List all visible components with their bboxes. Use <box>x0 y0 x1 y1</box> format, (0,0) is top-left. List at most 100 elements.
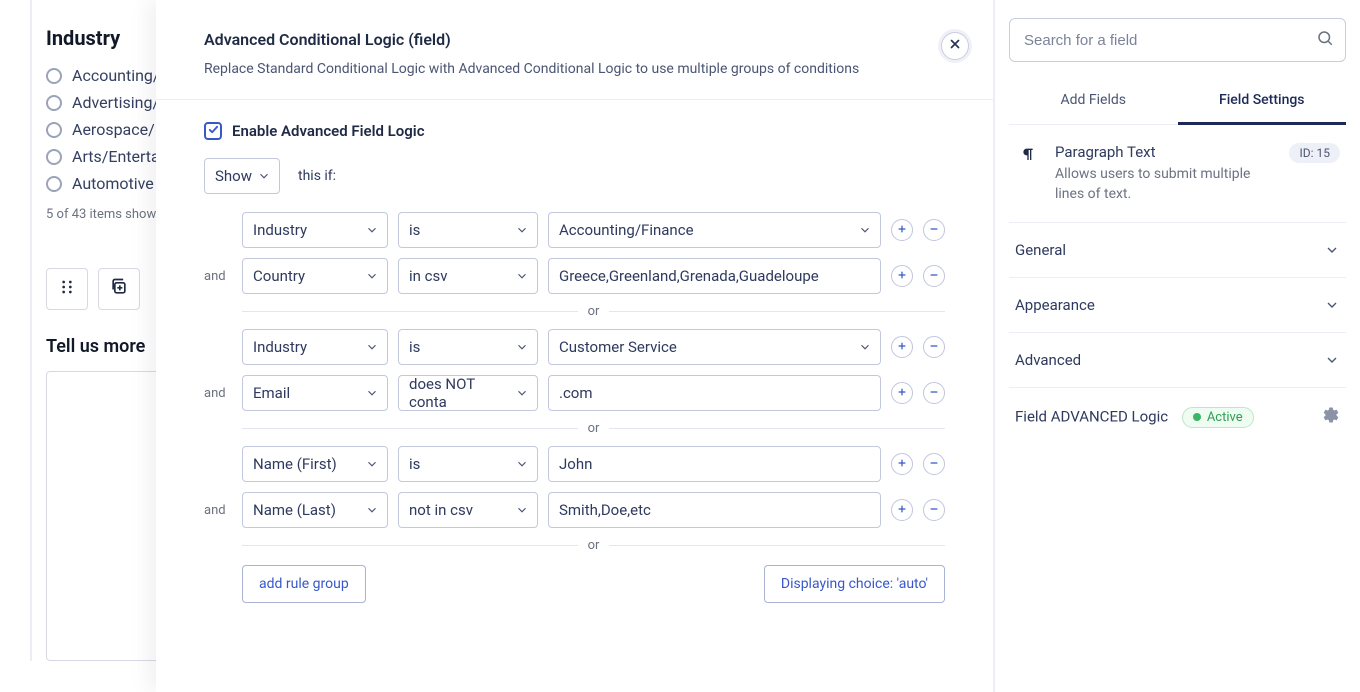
add-condition-button[interactable] <box>891 336 913 358</box>
minus-icon <box>929 339 939 355</box>
radio-label: Advertising/ <box>72 93 159 112</box>
active-status-badge: Active <box>1182 407 1254 428</box>
drag-handle-button[interactable] <box>46 268 88 310</box>
chevron-down-icon <box>858 340 872 354</box>
field-type-desc: Allows users to submit multiple lines of… <box>1055 165 1275 204</box>
rule-operator-value: is <box>409 455 420 473</box>
remove-condition-button[interactable] <box>923 265 945 287</box>
show-hide-select[interactable]: Show <box>204 158 280 194</box>
remove-condition-button[interactable] <box>923 336 945 358</box>
rule-operator-value: is <box>409 221 420 239</box>
rule-field-value: Email <box>253 384 290 402</box>
rule-operator-select[interactable]: in csv <box>398 258 538 294</box>
close-button[interactable] <box>941 32 969 60</box>
field-advanced-logic-row: Field ADVANCED Logic Active <box>1009 388 1346 446</box>
section-general[interactable]: General <box>1009 223 1346 278</box>
duplicate-icon <box>109 277 129 301</box>
minus-icon <box>929 222 939 238</box>
or-label: or <box>578 304 610 319</box>
sep-line <box>242 545 578 546</box>
radio-label: Accounting/ <box>72 66 160 85</box>
rule-value-text: Greece,Greenland,Grenada,Guadeloupe <box>559 267 819 285</box>
add-condition-button[interactable] <box>891 219 913 241</box>
minus-icon <box>929 385 939 401</box>
rule-operator-select[interactable]: is <box>398 212 538 248</box>
rule-operator-select[interactable]: does NOT conta <box>398 375 538 411</box>
add-condition-button[interactable] <box>891 265 913 287</box>
radio-circle-icon <box>46 122 62 138</box>
rule-field-select[interactable]: Name (First) <box>242 446 388 482</box>
rule-row: and Name (Last) not in csv Smith,Doe,etc <box>204 492 945 528</box>
remove-condition-button[interactable] <box>923 499 945 521</box>
sep-line <box>609 545 945 546</box>
section-appearance[interactable]: Appearance <box>1009 278 1346 333</box>
adv-logic-left: Field ADVANCED Logic Active <box>1015 407 1254 428</box>
active-label: Active <box>1207 410 1243 425</box>
sep-line <box>242 311 578 312</box>
rule-value-text: Accounting/Finance <box>559 221 694 239</box>
chevron-down-icon <box>1324 242 1340 258</box>
field-type-title: Paragraph Text <box>1055 143 1275 161</box>
drag-handle-icon <box>57 277 77 301</box>
and-label: and <box>204 386 232 401</box>
radio-label: Aerospace/ <box>72 120 155 139</box>
rule-value-select[interactable]: Accounting/Finance <box>548 212 881 248</box>
rule-value-input[interactable]: .com <box>548 375 881 411</box>
and-label: and <box>204 503 232 518</box>
rule-value-text: Smith,Doe,etc <box>559 501 651 519</box>
rule-field-value: Country <box>253 267 305 285</box>
add-rule-group-button[interactable]: add rule group <box>242 565 366 603</box>
plus-icon <box>897 268 907 284</box>
rule-operator-select[interactable]: is <box>398 329 538 365</box>
remove-condition-button[interactable] <box>923 453 945 475</box>
add-condition-button[interactable] <box>891 382 913 404</box>
chevron-down-icon <box>515 457 529 471</box>
enable-advanced-logic-label: Enable Advanced Field Logic <box>232 122 425 140</box>
add-condition-button[interactable] <box>891 453 913 475</box>
modal-body: Enable Advanced Field Logic Show this if… <box>156 100 993 633</box>
rule-field-select[interactable]: Country <box>242 258 388 294</box>
rule-operator-select[interactable]: not in csv <box>398 492 538 528</box>
rule-field-select[interactable]: Email <box>242 375 388 411</box>
search-input[interactable] <box>1009 18 1346 62</box>
rule-value-input[interactable]: John <box>548 446 881 482</box>
paragraph-text-field[interactable] <box>46 371 161 661</box>
chevron-down-icon <box>858 223 872 237</box>
enable-advanced-logic-checkbox[interactable] <box>204 122 222 140</box>
or-separator: or <box>242 421 945 436</box>
chevron-down-icon <box>365 503 379 517</box>
rule-field-select[interactable]: Industry <box>242 212 388 248</box>
add-condition-button[interactable] <box>891 499 913 521</box>
tab-add-fields[interactable]: Add Fields <box>1009 82 1178 124</box>
rule-value-input[interactable]: Greece,Greenland,Grenada,Guadeloupe <box>548 258 881 294</box>
chevron-down-icon <box>515 503 529 517</box>
rule-operator-value: does NOT conta <box>409 375 507 411</box>
duplicate-field-button[interactable] <box>98 268 140 310</box>
chevron-down-icon <box>365 269 379 283</box>
rule-value-select[interactable]: Customer Service <box>548 329 881 365</box>
status-dot-icon <box>1193 413 1201 421</box>
radio-circle-icon <box>46 176 62 192</box>
tab-field-settings[interactable]: Field Settings <box>1178 82 1347 125</box>
remove-condition-button[interactable] <box>923 382 945 404</box>
rule-field-select[interactable]: Industry <box>242 329 388 365</box>
rule-operator-select[interactable]: is <box>398 446 538 482</box>
section-label: Appearance <box>1015 296 1095 314</box>
adv-logic-label: Field ADVANCED Logic <box>1015 407 1168 425</box>
field-id-badge: ID: 15 <box>1289 143 1340 163</box>
minus-icon <box>929 268 939 284</box>
chevron-down-icon <box>1324 297 1340 313</box>
sidebar-tabs: Add Fields Field Settings <box>1009 82 1346 125</box>
section-label: General <box>1015 241 1066 259</box>
plus-icon <box>897 502 907 518</box>
sep-line <box>242 428 578 429</box>
display-choice-button[interactable]: Displaying choice: 'auto' <box>764 565 945 603</box>
plus-icon <box>897 339 907 355</box>
section-advanced[interactable]: Advanced <box>1009 333 1346 388</box>
remove-condition-button[interactable] <box>923 219 945 241</box>
gear-icon[interactable] <box>1322 406 1340 428</box>
rule-value-input[interactable]: Smith,Doe,etc <box>548 492 881 528</box>
chevron-down-icon <box>365 457 379 471</box>
rule-field-select[interactable]: Name (Last) <box>242 492 388 528</box>
plus-icon <box>897 385 907 401</box>
